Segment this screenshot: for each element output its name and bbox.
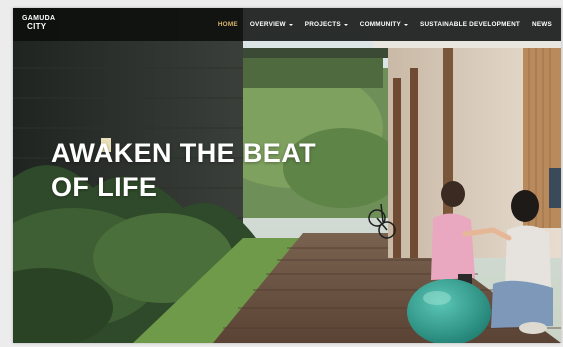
nav-sustainable-development[interactable]: SUSTAINABLE DEVELOPMENT <box>414 21 526 28</box>
nav-community-label: COMMUNITY <box>359 21 402 28</box>
hero-headline-line2: OF LIFE <box>51 172 158 202</box>
nav-community[interactable]: COMMUNITY <box>354 21 414 28</box>
chevron-down-icon <box>288 23 293 26</box>
nav-overview-label: OVERVIEW <box>249 21 286 28</box>
chevron-down-icon <box>404 23 409 26</box>
nav-projects[interactable]: PROJECTS <box>299 21 354 28</box>
nav-news-label: NEWS <box>532 21 552 28</box>
gamuda-city-logo[interactable]: GAMUDA CITY <box>22 15 64 35</box>
nav-sustainable-development-label: SUSTAINABLE DEVELOPMENT <box>420 21 521 28</box>
website-frame: GAMUDA CITY HOME OVERVIEW PROJECTS COMMU… <box>13 8 561 343</box>
chevron-down-icon <box>343 23 348 26</box>
hero-headline: AWAKEN THE BEAT OF LIFE <box>51 136 371 204</box>
nav-home-label: HOME <box>217 21 238 28</box>
nav-projects-label: PROJECTS <box>304 21 341 28</box>
logo-text-line2: CITY <box>27 22 47 31</box>
nav-overview[interactable]: OVERVIEW <box>244 21 299 28</box>
top-navigation-bar: GAMUDA CITY HOME OVERVIEW PROJECTS COMMU… <box>13 8 561 41</box>
nav-home[interactable]: HOME <box>212 21 244 28</box>
main-menu: HOME OVERVIEW PROJECTS COMMUNITY SUSTAIN… <box>212 8 558 41</box>
nav-news[interactable]: NEWS <box>526 21 558 28</box>
hero-headline-line1: AWAKEN THE BEAT <box>51 138 317 168</box>
